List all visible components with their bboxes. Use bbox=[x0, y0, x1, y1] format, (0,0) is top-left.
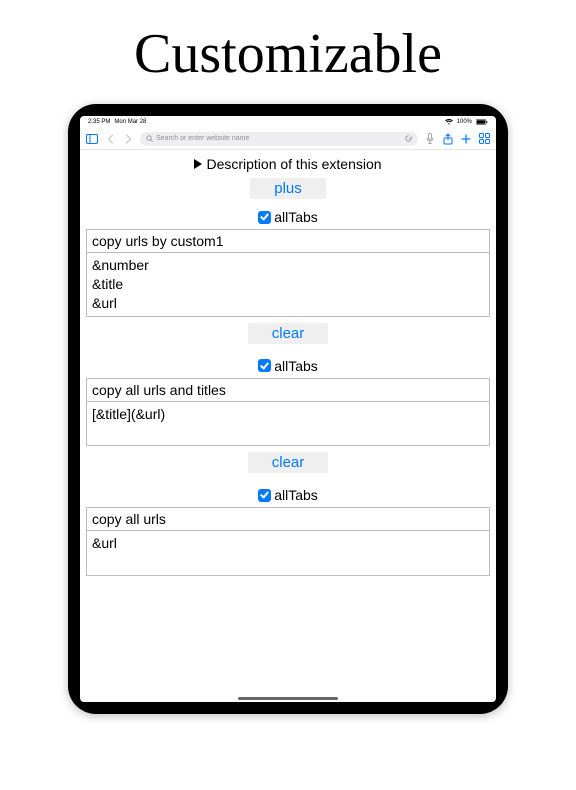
template-input-1[interactable] bbox=[86, 402, 490, 447]
status-date: Mon Mar 28 bbox=[114, 119, 146, 125]
alltabs-row-2[interactable]: allTabs bbox=[86, 487, 490, 503]
plus-button[interactable]: plus bbox=[250, 178, 326, 199]
battery-percent: 100% bbox=[457, 119, 472, 125]
back-icon[interactable] bbox=[104, 133, 116, 145]
title-input-1[interactable] bbox=[86, 378, 490, 402]
search-icon bbox=[146, 135, 153, 142]
title-input-2[interactable] bbox=[86, 507, 490, 531]
checkbox-icon[interactable] bbox=[258, 489, 271, 502]
description-label: Description of this extension bbox=[206, 156, 381, 172]
disclosure-triangle-icon bbox=[194, 159, 202, 169]
sidebar-icon[interactable] bbox=[86, 133, 98, 145]
mic-icon[interactable] bbox=[424, 133, 436, 145]
alltabs-row-0[interactable]: allTabs bbox=[86, 209, 490, 225]
title-input-0[interactable] bbox=[86, 229, 490, 253]
page-content: Description of this extension plus allTa… bbox=[80, 150, 496, 702]
hero-title: Customizable bbox=[0, 22, 576, 86]
checkbox-icon[interactable] bbox=[258, 211, 271, 224]
alltabs-label: allTabs bbox=[274, 358, 318, 374]
browser-toolbar: Search or enter website name bbox=[80, 128, 496, 150]
description-disclosure[interactable]: Description of this extension bbox=[86, 156, 490, 172]
alltabs-row-1[interactable]: allTabs bbox=[86, 358, 490, 374]
tabs-icon[interactable] bbox=[478, 133, 490, 145]
address-placeholder: Search or enter website name bbox=[156, 135, 249, 142]
template-input-2[interactable] bbox=[86, 531, 490, 576]
new-tab-icon[interactable] bbox=[460, 133, 472, 145]
address-bar[interactable]: Search or enter website name bbox=[140, 132, 418, 146]
share-icon[interactable] bbox=[442, 133, 454, 145]
wifi-icon bbox=[445, 119, 453, 125]
forward-icon[interactable] bbox=[122, 133, 134, 145]
screen: 2:35 PM Mon Mar 28 100% bbox=[80, 116, 496, 702]
clear-button-1[interactable]: clear bbox=[248, 452, 329, 473]
status-time: 2:35 PM bbox=[88, 119, 110, 125]
alltabs-label: allTabs bbox=[274, 487, 318, 503]
status-bar: 2:35 PM Mon Mar 28 100% bbox=[80, 116, 496, 128]
ipad-device-frame: 2:35 PM Mon Mar 28 100% bbox=[68, 104, 508, 714]
alltabs-label: allTabs bbox=[274, 209, 318, 225]
template-input-0[interactable] bbox=[86, 253, 490, 317]
checkbox-icon[interactable] bbox=[258, 359, 271, 372]
clear-button-0[interactable]: clear bbox=[248, 323, 329, 344]
home-indicator bbox=[238, 697, 338, 700]
battery-icon bbox=[476, 119, 488, 125]
reload-icon[interactable] bbox=[405, 135, 412, 142]
